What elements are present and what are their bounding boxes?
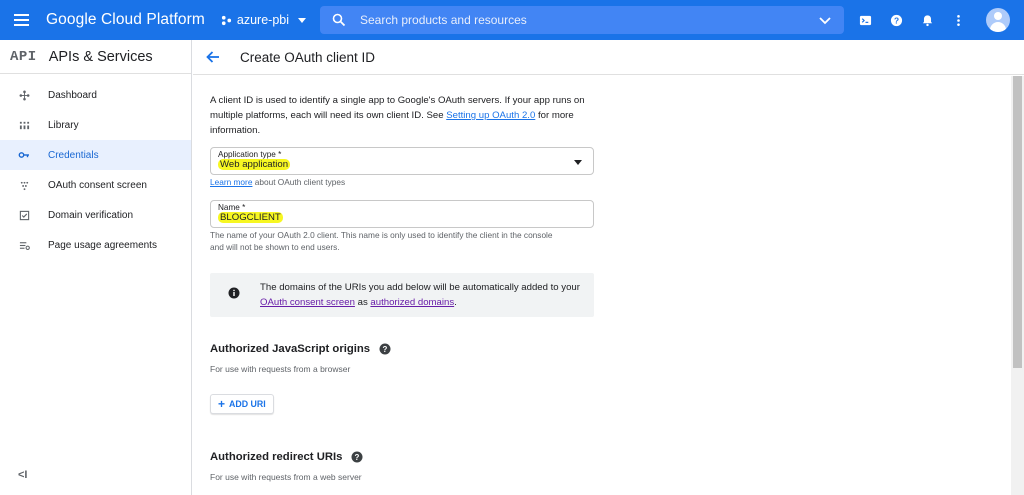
- name-field[interactable]: Name * BLOGCLIENT: [210, 200, 594, 228]
- svg-text:?: ?: [894, 15, 899, 25]
- sidebar-item-label: Credentials: [48, 149, 99, 161]
- search-icon: [332, 13, 346, 27]
- consent-icon: [18, 179, 30, 191]
- sidebar-item-dashboard[interactable]: Dashboard: [0, 80, 191, 110]
- brand-name[interactable]: Google Cloud Platform: [46, 11, 205, 29]
- settings-list-icon: [18, 239, 30, 251]
- add-uri-label: ADD URI: [229, 399, 266, 409]
- redirect-uris-title: Authorized redirect URIs: [210, 451, 343, 463]
- notifications-icon[interactable]: [920, 13, 935, 28]
- svg-text:?: ?: [355, 453, 360, 462]
- sidebar-item-label: OAuth consent screen: [48, 179, 147, 191]
- checkbox-icon: [18, 209, 30, 221]
- redirect-uris-section-title: Authorized redirect URIs ?: [210, 451, 595, 463]
- dropdown-arrow-icon: [574, 160, 582, 165]
- library-icon: [18, 119, 30, 131]
- application-type-select[interactable]: Application type * Web application: [210, 147, 594, 175]
- application-type-label: Application type *: [218, 150, 282, 159]
- help-icon[interactable]: ?: [889, 13, 904, 28]
- key-icon: [18, 149, 30, 161]
- learn-more-link[interactable]: Learn more: [210, 177, 252, 187]
- search-bar[interactable]: [320, 6, 844, 34]
- project-name: azure-pbi: [236, 13, 290, 27]
- sidebar-item-label: Dashboard: [48, 89, 97, 101]
- project-icon: [221, 15, 231, 25]
- learn-more-tail: about OAuth client types: [252, 177, 346, 187]
- js-origins-title: Authorized JavaScript origins: [210, 343, 371, 355]
- project-selector[interactable]: azure-pbi: [221, 13, 307, 27]
- page-header: Create OAuth client ID: [193, 40, 1024, 75]
- intro-text: A client ID is used to identify a single…: [210, 93, 595, 138]
- sidebar-header: API APIs & Services: [0, 40, 191, 74]
- dashboard-icon: [18, 89, 30, 101]
- info-banner: The domains of the URIs you add below wi…: [210, 273, 594, 317]
- info-text-end: .: [454, 297, 457, 308]
- api-logo: API: [10, 48, 37, 65]
- add-uri-button[interactable]: + ADD URI: [210, 394, 274, 414]
- caret-down-icon: [298, 17, 307, 23]
- menu-icon[interactable]: [14, 0, 36, 40]
- more-vert-icon[interactable]: [951, 13, 966, 28]
- chevron-down-icon[interactable]: [818, 13, 832, 27]
- oauth-consent-screen-link[interactable]: OAuth consent screen: [260, 297, 355, 308]
- cloud-shell-icon[interactable]: [858, 13, 873, 28]
- js-origins-section-title: Authorized JavaScript origins ?: [210, 343, 595, 355]
- sidebar: API APIs & Services Dashboard Library Cr…: [0, 40, 192, 495]
- info-icon: [228, 287, 240, 299]
- main-content: A client ID is used to identify a single…: [193, 76, 1011, 495]
- account-avatar[interactable]: [986, 8, 1010, 32]
- page-title: Create OAuth client ID: [240, 49, 376, 65]
- sidebar-item-domain-verification[interactable]: Domain verification: [0, 200, 191, 230]
- top-app-bar: Google Cloud Platform azure-pbi ?: [0, 0, 1024, 40]
- search-input[interactable]: [360, 13, 818, 27]
- name-label: Name *: [218, 203, 246, 212]
- application-type-value: Web application: [218, 159, 291, 170]
- info-text-mid: as: [354, 297, 371, 308]
- sidebar-item-credentials[interactable]: Credentials: [0, 140, 191, 170]
- sidebar-item-label: Domain verification: [48, 209, 134, 221]
- collapse-sidebar-icon[interactable]: <I: [18, 469, 27, 481]
- svg-text:?: ?: [383, 345, 388, 354]
- info-text-part: The domains of the URIs you add below wi…: [260, 282, 580, 293]
- setting-up-oauth-link[interactable]: Setting up OAuth 2.0: [446, 110, 535, 121]
- name-helper: The name of your OAuth 2.0 client. This …: [210, 230, 553, 252]
- js-origins-subtitle: For use with requests from a browser: [210, 364, 351, 374]
- info-text: The domains of the URIs you add below wi…: [260, 280, 580, 310]
- scrollbar-thumb[interactable]: [1013, 76, 1022, 368]
- redirect-uris-subtitle: For use with requests from a web server: [210, 472, 362, 482]
- plus-icon: +: [218, 397, 226, 411]
- sidebar-item-label: Library: [48, 119, 79, 131]
- sidebar-item-library[interactable]: Library: [0, 110, 191, 140]
- name-input-value[interactable]: BLOGCLIENT: [218, 212, 283, 223]
- sidebar-item-page-usage-agreements[interactable]: Page usage agreements: [0, 230, 191, 260]
- help-icon[interactable]: ?: [379, 343, 391, 355]
- authorized-domains-link[interactable]: authorized domains: [370, 297, 454, 308]
- back-arrow-icon[interactable]: [205, 49, 221, 65]
- application-type-helper: Learn more about OAuth client types: [210, 176, 595, 188]
- help-icon[interactable]: ?: [351, 451, 363, 463]
- sidebar-item-label: Page usage agreements: [48, 239, 157, 251]
- sidebar-title: APIs & Services: [48, 48, 153, 65]
- scrollbar[interactable]: [1011, 76, 1024, 495]
- sidebar-item-oauth-consent-screen[interactable]: OAuth consent screen: [0, 170, 191, 200]
